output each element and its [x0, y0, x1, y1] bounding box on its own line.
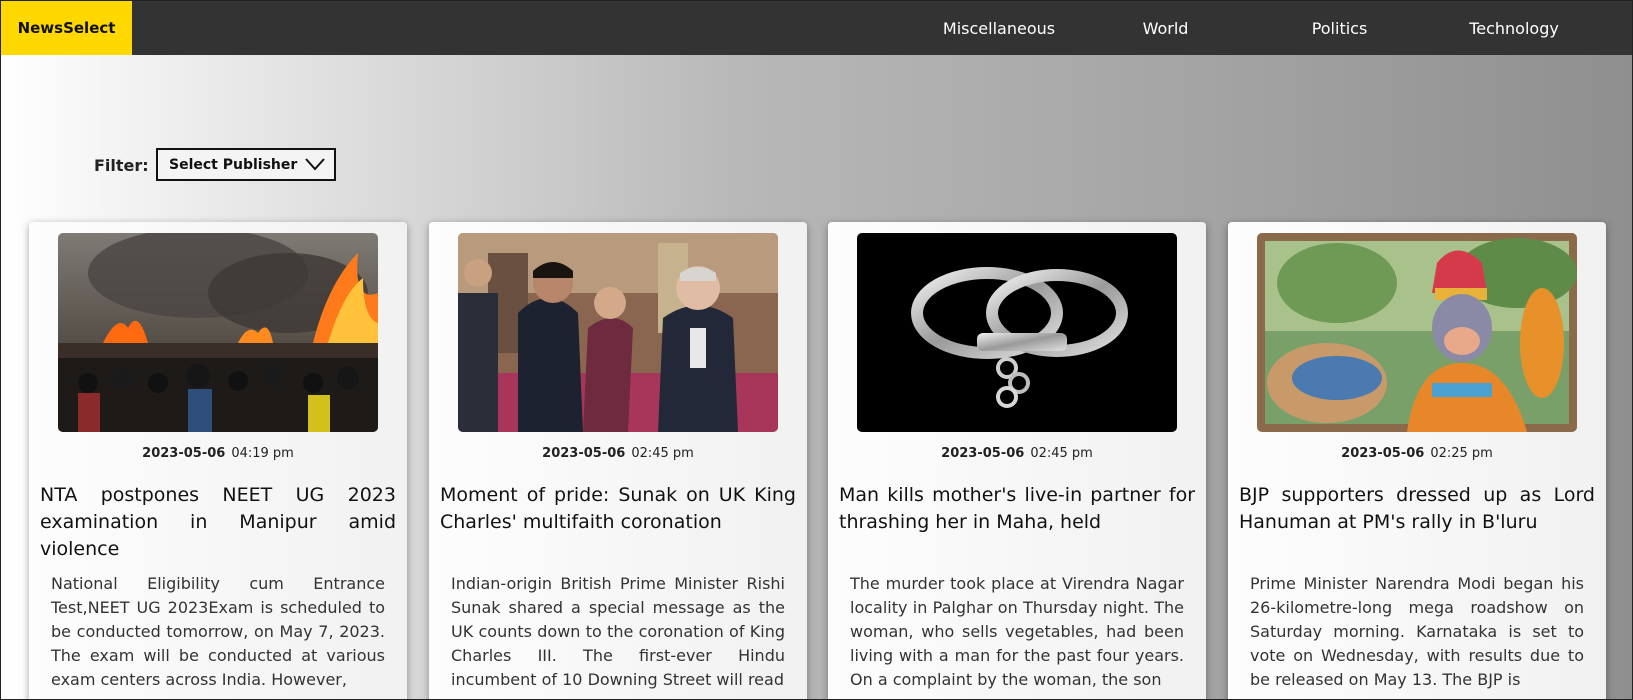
hanuman-costume-image [1257, 233, 1577, 432]
article-summary: Indian-origin British Prime Minister Ris… [451, 574, 785, 689]
article-headline[interactable]: Man kills mother's live-in partner for t… [839, 482, 1195, 536]
article-date: 2023-05-06 [941, 446, 1025, 461]
article-time: 04:19 pm [231, 446, 294, 461]
nav-link-miscellaneous[interactable]: Miscellaneous [919, 1, 1079, 55]
article-timestamp: 2023-05-06 02:45 pm [429, 446, 807, 461]
article-timestamp: 2023-05-06 04:19 pm [29, 446, 407, 461]
nav-link-technology[interactable]: Technology [1438, 1, 1590, 55]
article-headline[interactable]: BJP supporters dressed up as Lord Hanuma… [1239, 482, 1595, 536]
article-image[interactable] [1257, 233, 1577, 432]
top-navbar: NewsSelect Miscellaneous World Politics … [1, 1, 1632, 55]
publisher-select[interactable]: Select Publisher [156, 148, 336, 181]
article-time: 02:45 pm [631, 446, 694, 461]
article-card[interactable]: 2023-05-06 02:45 pm Moment of pride: Suna… [429, 222, 807, 699]
article-timestamp: 2023-05-06 02:25 pm [1228, 446, 1606, 461]
publisher-select-value: Select Publisher [169, 156, 298, 173]
article-headline[interactable]: Moment of pride: Sunak on UK King Charle… [440, 482, 796, 536]
article-image[interactable] [458, 233, 778, 432]
article-image[interactable] [857, 233, 1177, 432]
article-date: 2023-05-06 [142, 446, 226, 461]
article-card[interactable]: 2023-05-06 02:45 pm Man kills mother's li… [828, 222, 1206, 699]
article-summary: Prime Minister Narendra Modi began his 2… [1250, 574, 1584, 689]
filter-label: Filter: [94, 156, 149, 175]
article-summary: National Eligibility cum Entrance Test,N… [51, 574, 385, 689]
article-card[interactable]: 2023-05-06 04:19 pm NTA postpones NEET UG… [29, 222, 407, 699]
nav-link-world[interactable]: World [1093, 1, 1238, 55]
article-image[interactable] [58, 233, 378, 432]
fire-scene-image [58, 233, 378, 432]
article-date: 2023-05-06 [542, 446, 626, 461]
article-card[interactable]: 2023-05-06 02:25 pm BJP supporters dresse… [1228, 222, 1606, 699]
handcuffs-image [857, 233, 1177, 432]
article-headline[interactable]: NTA postpones NEET UG 2023 examination i… [40, 482, 396, 563]
page-frame: NewsSelect Miscellaneous World Politics … [0, 0, 1633, 700]
brand-logo[interactable]: NewsSelect [1, 1, 132, 55]
chevron-down-icon [305, 158, 325, 171]
article-date: 2023-05-06 [1341, 446, 1425, 461]
article-time: 02:45 pm [1030, 446, 1093, 461]
article-time: 02:25 pm [1430, 446, 1493, 461]
article-timestamp: 2023-05-06 02:45 pm [828, 446, 1206, 461]
nav-link-politics[interactable]: Politics [1267, 1, 1412, 55]
reception-scene-image [458, 233, 778, 432]
article-summary: The murder took place at Virendra Nagar … [850, 574, 1184, 689]
